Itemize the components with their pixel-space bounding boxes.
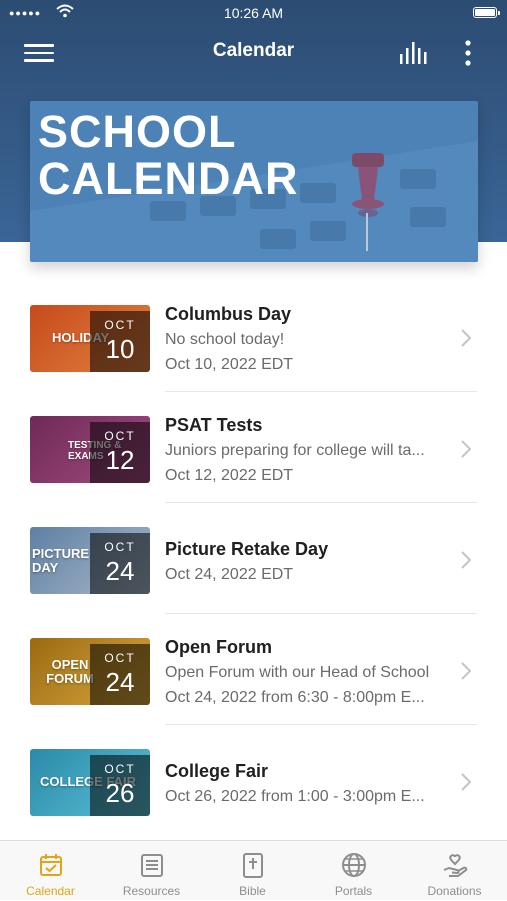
chevron-right-icon	[461, 662, 471, 680]
event-datetime: Oct 10, 2022 EDT	[165, 356, 294, 373]
event-item-columbus-day[interactable]: HOLIDAY OCT 10 Columbus Day No school to…	[0, 281, 507, 392]
event-day: 24	[105, 667, 135, 697]
school-calendar-banner: SCHOOL CALENDAR	[30, 101, 478, 262]
globe-icon	[342, 853, 366, 877]
calendar-icon	[40, 854, 62, 876]
event-item-psat-tests[interactable]: TESTING & EXAMS OCT 12 PSAT Tests Junior…	[0, 392, 507, 503]
thumbnail-label: PICTURE DAY	[32, 546, 90, 575]
event-month: OCT	[104, 540, 136, 554]
tab-label: Resources	[122, 884, 181, 898]
hamburger-menu-icon[interactable]	[24, 40, 54, 64]
chevron-right-icon	[461, 440, 471, 458]
event-datetime: Oct 24, 2022 from 6:30 - 8:00pm E...	[165, 689, 425, 706]
event-day: 26	[105, 778, 135, 808]
battery-icon	[473, 7, 500, 18]
event-thumbnail: HOLIDAY OCT 10	[30, 305, 150, 372]
event-datetime: Oct 12, 2022 EDT	[165, 467, 294, 484]
event-datetime: Oct 26, 2022 from 1:00 - 3:00pm E...	[165, 788, 425, 805]
event-subtitle: Open Forum with our Head of School	[165, 664, 430, 681]
event-thumbnail: PICTURE DAY OCT 24	[30, 527, 150, 594]
tab-bible[interactable]: Bible	[202, 841, 303, 901]
event-day: 12	[105, 445, 135, 475]
banner-title-line1: SCHOOL	[38, 106, 237, 157]
more-options-icon[interactable]	[460, 38, 476, 68]
tab-label: Portals	[334, 884, 373, 898]
tab-label: Donations	[427, 884, 482, 898]
event-date-badge: OCT 24	[90, 533, 150, 594]
event-date-badge: OCT 12	[90, 422, 150, 483]
event-thumbnail: COLLEGE FAIR OCT 26	[30, 749, 150, 816]
event-day: 10	[105, 334, 135, 364]
event-item-college-fair[interactable]: COLLEGE FAIR OCT 26 College Fair Oct 26,…	[0, 725, 507, 836]
bar-chart-icon[interactable]	[398, 40, 432, 66]
event-thumbnail: TESTING & EXAMS OCT 12	[30, 416, 150, 483]
event-subtitle: No school today!	[165, 331, 285, 348]
donations-icon	[443, 854, 468, 877]
tab-label: Calendar	[26, 884, 75, 898]
event-datetime: Oct 24, 2022 EDT	[165, 566, 294, 583]
nav-bar: Calendar	[0, 28, 507, 76]
banner-title-line2: CALENDAR	[38, 153, 299, 204]
tab-bar: Calendar Resources Bible Portals Donatio…	[0, 840, 507, 900]
event-title: PSAT Tests	[165, 415, 263, 435]
event-date-badge: OCT 26	[90, 755, 150, 816]
event-item-picture-retake-day[interactable]: PICTURE DAY OCT 24 Picture Retake Day Oc…	[0, 503, 507, 614]
event-month: OCT	[104, 651, 136, 665]
event-day: 24	[105, 556, 135, 586]
event-month: OCT	[104, 762, 136, 776]
tab-portals[interactable]: Portals	[303, 841, 404, 901]
event-thumbnail: OPEN FORUM OCT 24	[30, 638, 150, 705]
event-date-badge: OCT 24	[90, 644, 150, 705]
event-title: Columbus Day	[165, 304, 292, 324]
status-time: 10:26 AM	[223, 5, 284, 21]
event-title: Picture Retake Day	[165, 539, 329, 559]
event-title: Open Forum	[165, 637, 272, 657]
status-bar: ●●●●● 10:26 AM	[0, 0, 507, 28]
tab-resources[interactable]: Resources	[101, 841, 202, 901]
event-item-open-forum[interactable]: OPEN FORUM OCT 24 Open Forum Open Forum …	[0, 614, 507, 725]
resources-icon	[141, 854, 163, 877]
event-subtitle: Juniors preparing for college will ta...	[165, 442, 425, 459]
chevron-right-icon	[461, 551, 471, 569]
event-date-badge: OCT 10	[90, 311, 150, 372]
tab-label: Bible	[239, 884, 266, 898]
tab-donations[interactable]: Donations	[404, 841, 505, 901]
tab-calendar[interactable]: Calendar	[0, 841, 101, 901]
event-month: OCT	[104, 429, 136, 443]
bible-icon	[243, 853, 263, 878]
chevron-right-icon	[461, 329, 471, 347]
chevron-right-icon	[461, 773, 471, 791]
event-title: College Fair	[165, 761, 269, 781]
event-month: OCT	[104, 318, 136, 332]
